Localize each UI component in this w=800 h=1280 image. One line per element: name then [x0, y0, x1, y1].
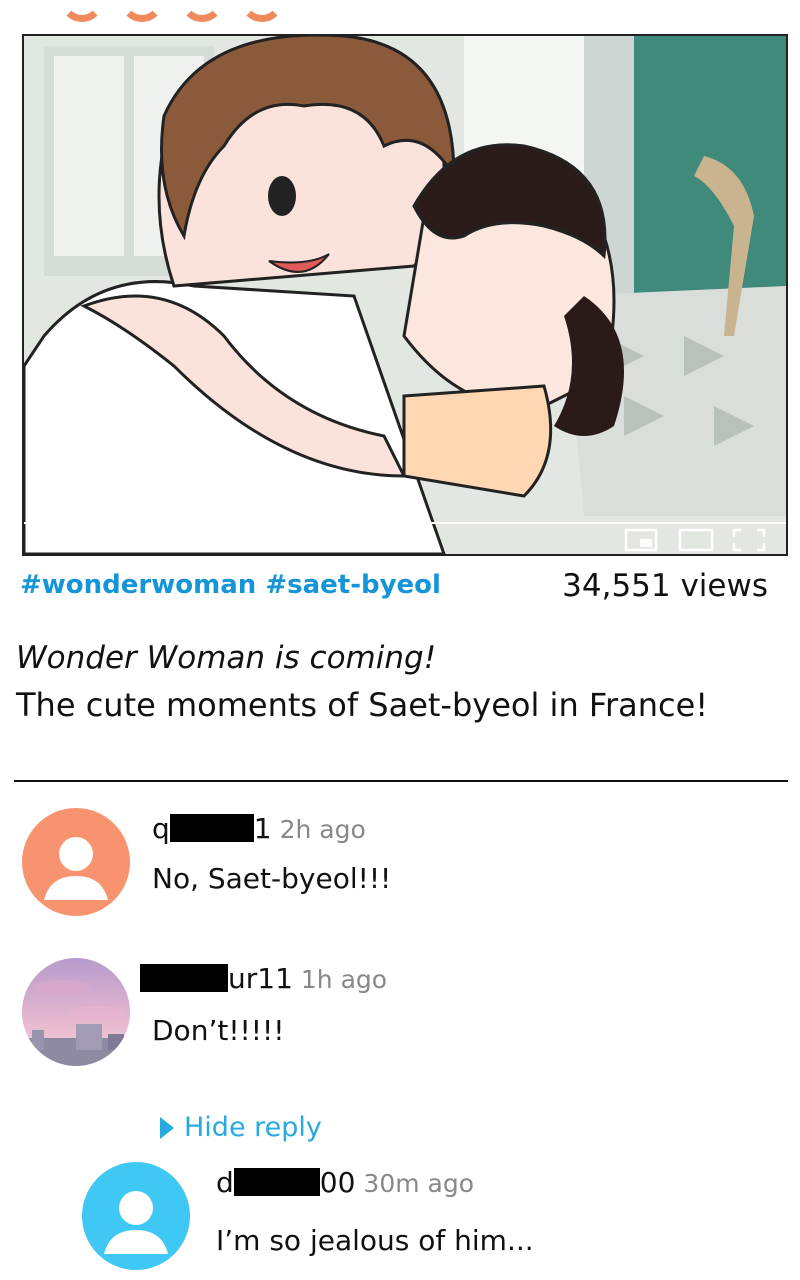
fullscreen-icon[interactable]	[732, 528, 766, 552]
user-silhouette-icon	[104, 1191, 168, 1254]
username-suffix[interactable]: ur11	[228, 962, 293, 995]
city-sunset-image	[22, 958, 130, 1066]
player-controls	[24, 518, 786, 554]
video-thumbnail	[24, 36, 786, 554]
comment-header: q 1 2h ago	[152, 812, 366, 845]
video-player[interactable]	[22, 34, 788, 556]
avatar[interactable]	[22, 958, 130, 1066]
redaction-bar	[169, 814, 254, 842]
next-icon[interactable]	[82, 528, 114, 550]
play-icon[interactable]	[44, 528, 74, 550]
comment-header: ur11 1h ago	[140, 962, 387, 995]
divider	[14, 780, 788, 782]
avatar[interactable]	[22, 808, 130, 916]
comment-text: I’m so jealous of him...	[216, 1224, 534, 1257]
user-silhouette-icon	[44, 837, 108, 900]
triangle-right-icon	[160, 1117, 174, 1139]
avatar[interactable]	[82, 1162, 190, 1270]
username-prefix[interactable]: q	[152, 812, 170, 845]
hide-reply-button[interactable]: Hide reply	[160, 1112, 322, 1143]
comment-text: Don’t!!!!!	[152, 1014, 285, 1047]
progress-bar[interactable]	[24, 522, 786, 524]
volume-icon[interactable]	[134, 528, 160, 550]
comment-time: 2h ago	[279, 815, 366, 844]
comment-header: d 00 30m ago	[216, 1166, 474, 1199]
username-prefix[interactable]: d	[216, 1166, 234, 1199]
comment-time: 1h ago	[300, 965, 388, 994]
username-suffix[interactable]: 00	[320, 1166, 356, 1199]
top-decoration	[60, 0, 300, 22]
redaction-bar	[140, 964, 228, 992]
post-title-line2: The cute moments of Saet-byeol in France…	[16, 686, 709, 724]
hide-reply-label: Hide reply	[184, 1112, 322, 1143]
miniplayer-icon[interactable]	[624, 528, 658, 552]
post-title-line1: Wonder Woman is coming!	[16, 640, 437, 676]
hashtags[interactable]: #wonderwoman #saet-byeol	[20, 570, 441, 600]
theater-icon[interactable]	[678, 528, 714, 552]
username-suffix[interactable]: 1	[254, 812, 272, 845]
comment-time: 30m ago	[363, 1169, 475, 1198]
redaction-bar	[233, 1168, 320, 1196]
view-count: 34,551 views	[562, 568, 768, 604]
comment-text: No, Saet-byeol!!!	[152, 862, 392, 895]
